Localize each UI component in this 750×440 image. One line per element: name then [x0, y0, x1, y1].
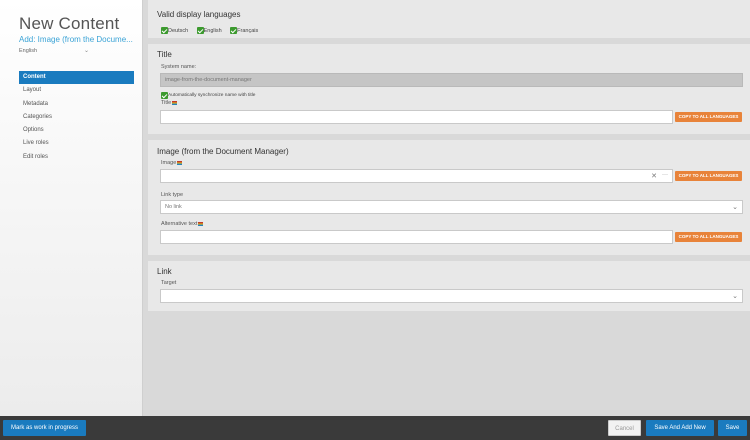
chevron-down-icon: ⌄ — [732, 293, 738, 300]
image-section: Image (from the Document Manager) Image … — [148, 140, 750, 255]
save-and-add-new-button[interactable]: Save And Add New — [646, 420, 714, 436]
link-heading: Link — [157, 267, 172, 276]
sidebar-item-categories[interactable]: Categories — [19, 111, 134, 124]
link-type-value: No link — [165, 204, 182, 210]
mark-work-in-progress-button[interactable]: Mark as work in progress — [3, 420, 86, 436]
sidebar-item-edit-roles[interactable]: Edit roles — [19, 151, 134, 164]
copy-title-button[interactable]: COPY TO ALL LANGUAGES — [675, 112, 742, 122]
sidebar-item-layout[interactable]: Layout — [19, 84, 134, 97]
target-select[interactable]: ⌄ — [160, 289, 743, 303]
title-label-row: Title — [161, 100, 178, 106]
sidebar-item-live-roles[interactable]: Live roles — [19, 137, 134, 150]
language-flag-icon — [177, 160, 183, 165]
sidebar: New Content Add: Image (from the Docume.… — [0, 0, 143, 416]
link-type-label: Link type — [161, 192, 184, 198]
cancel-button[interactable]: Cancel — [608, 420, 641, 436]
languages-section: Valid display languages Deutsch English … — [148, 0, 750, 38]
system-name-value: image-from-the-document-manager — [165, 77, 252, 83]
alt-text-label-row: Alternative text — [161, 221, 204, 227]
language-francais-label: Français — [237, 27, 259, 34]
image-picker-input[interactable]: ✕ ··· — [160, 169, 673, 183]
languages-heading: Valid display languages — [157, 10, 241, 19]
image-label-row: Image — [161, 160, 183, 166]
title-section: Title System name: image-from-the-docume… — [148, 44, 750, 134]
link-section: Link Target ⌄ — [148, 261, 750, 311]
save-button[interactable]: Save — [718, 420, 747, 436]
sidebar-nav: Content Layout Metadata Categories Optio… — [19, 71, 134, 164]
sidebar-item-metadata[interactable]: Metadata — [19, 98, 134, 111]
title-heading: Title — [157, 50, 172, 59]
ellipsis-icon[interactable]: ··· — [662, 172, 668, 178]
language-selector-value: English — [19, 48, 38, 54]
close-icon[interactable]: ✕ — [651, 172, 657, 180]
system-name-field: image-from-the-document-manager — [160, 73, 743, 87]
language-deutsch-label: Deutsch — [168, 27, 189, 34]
page-subtitle: Add: Image (from the Docume... — [19, 35, 133, 44]
target-label: Target — [161, 280, 177, 286]
image-heading: Image (from the Document Manager) — [157, 147, 289, 156]
checkbox-checked-icon[interactable] — [161, 92, 168, 100]
main-content: Valid display languages Deutsch English … — [148, 0, 750, 416]
language-english-label: English — [203, 27, 222, 34]
chevron-down-icon: ⌄ — [83, 48, 89, 54]
alt-text-input[interactable] — [160, 230, 673, 244]
title-input[interactable] — [160, 110, 673, 124]
footer-bar: Mark as work in progress Cancel Save And… — [0, 416, 750, 440]
checkbox-checked-icon[interactable] — [161, 27, 168, 35]
sidebar-item-options[interactable]: Options — [19, 124, 134, 137]
language-selector[interactable]: English ⌄ — [19, 48, 89, 54]
copy-alt-text-button[interactable]: COPY TO ALL LANGUAGES — [675, 232, 742, 242]
copy-image-button[interactable]: COPY TO ALL LANGUAGES — [675, 171, 742, 181]
system-name-label: System name: — [161, 64, 197, 70]
checkbox-checked-icon[interactable] — [196, 27, 204, 35]
sync-name-label: Automatically synchronize name with titl… — [168, 93, 256, 99]
sidebar-item-content[interactable]: Content — [19, 71, 134, 85]
chevron-down-icon: ⌄ — [732, 204, 738, 211]
checkbox-checked-icon[interactable] — [230, 27, 238, 35]
image-label: Image — [161, 160, 177, 166]
page-title: New Content — [19, 14, 120, 33]
link-type-select[interactable]: No link ⌄ — [160, 200, 743, 214]
language-checkboxes: Deutsch English Français — [161, 22, 262, 40]
title-label: Title — [161, 100, 172, 106]
alt-text-label: Alternative text — [161, 221, 198, 227]
language-flag-icon — [198, 221, 204, 226]
language-flag-icon — [172, 100, 178, 105]
